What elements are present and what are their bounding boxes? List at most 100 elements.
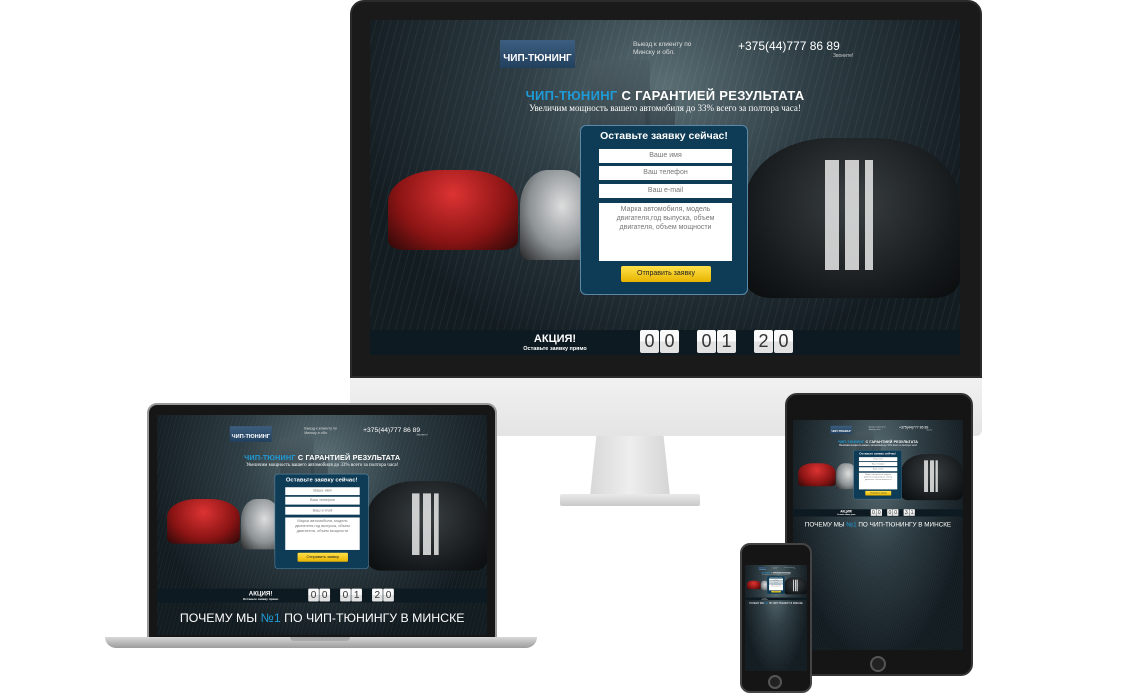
- phone-number[interactable]: +375(44)777 86 89: [363, 426, 420, 434]
- why-rest: ПО ЧИП-ТЮНИНГУ В МИНСКЕ: [856, 520, 952, 528]
- car-stripes: [825, 160, 873, 270]
- timer-digit: 0: [887, 509, 893, 516]
- name-input[interactable]: Ваше имя: [858, 457, 898, 462]
- landing-page: ЧИП-ТЮНИНГ Выезд к клиенту по Минску и о…: [745, 565, 807, 671]
- monitor-screen: ЧИП-ТЮНИНГ Выезд к клиенту по Минску и о…: [370, 20, 960, 355]
- timer-group: 01: [340, 588, 362, 602]
- timer-digit: 2: [372, 588, 383, 602]
- visit-text: Выезд к клиенту по Минску и обл.: [868, 426, 886, 431]
- logo[interactable]: ЧИП-ТЮНИНГ: [758, 567, 767, 571]
- logo[interactable]: ЧИП-ТЮНИНГ: [500, 40, 575, 68]
- timer-group: 20: [754, 330, 793, 353]
- phone-input[interactable]: Ваш телефон: [858, 462, 898, 467]
- call-label[interactable]: Звоните!: [833, 53, 853, 59]
- timer-group: 00: [640, 330, 679, 353]
- call-label[interactable]: Звоните!: [794, 568, 796, 569]
- headline-accent: ЧИП-ТЮНИНГ: [244, 453, 296, 462]
- landing-page: ЧИП-ТЮНИНГ Выезд к клиенту по Минску и о…: [157, 415, 487, 635]
- form-title: Оставьте заявку сейчас!: [859, 451, 897, 456]
- details-textarea[interactable]: Марка автомобиля, модель двигателя,год в…: [599, 203, 732, 261]
- why-rest: ПО ЧИП-ТЮНИНГУ В МИНСКЕ: [768, 601, 803, 605]
- request-form: Оставьте заявку сейчас! Ваше имя Ваш тел…: [767, 576, 785, 594]
- headline: ЧИП-ТЮНИНГ С ГАРАНТИЕЙ РЕЗУЛЬТАТА: [157, 453, 487, 461]
- laptop-notch: [290, 637, 350, 641]
- submit-button[interactable]: Отправить заявку: [621, 266, 711, 282]
- call-label[interactable]: Звоните!: [926, 430, 932, 432]
- email-input[interactable]: Ваш e-mail: [858, 467, 898, 472]
- subtitle: Увеличим мощность вашего автомобиля до 3…: [761, 573, 791, 575]
- phone-input[interactable]: Ваш телефон: [599, 166, 732, 180]
- monitor-stand: [590, 436, 670, 496]
- promo-subtitle: Оставьте заявку прямо: [242, 597, 279, 601]
- timer-digit: 0: [876, 509, 882, 516]
- request-form: Оставьте заявку сейчас! Ваше имя Ваш тел…: [853, 450, 902, 500]
- submit-button[interactable]: Отправить заявку: [771, 590, 781, 593]
- promo-bar: АКЦИЯ! Оставьте заявку прямо 000120: [157, 588, 487, 603]
- timer-group: 01: [697, 330, 736, 353]
- laptop-screen: ЧИП-ТЮНИНГ Выезд к клиенту по Минску и о…: [157, 415, 487, 635]
- countdown-timer: 000120: [308, 588, 394, 602]
- subtitle: Увеличим мощность вашего автомобиля до 3…: [838, 443, 918, 447]
- red-car-image: [746, 580, 761, 590]
- why-accent: №1: [846, 520, 857, 528]
- timer-digit: 0: [319, 588, 331, 602]
- car-stripes: [792, 579, 798, 592]
- visit-text: Выезд к клиенту по Минску и обл.: [633, 41, 692, 56]
- phone-number[interactable]: +375(44)777 86 89: [738, 39, 840, 53]
- submit-button[interactable]: Отправить заявку: [297, 552, 348, 562]
- logo[interactable]: ЧИП-ТЮНИНГ: [830, 425, 853, 434]
- form-title: Оставьте заявку сейчас!: [285, 476, 358, 484]
- timer-digit: 3: [903, 509, 910, 516]
- visit-text: Выезд к клиенту по Минску и обл.: [304, 426, 337, 436]
- timer-group: 00: [308, 588, 331, 602]
- timer-digit: 1: [717, 330, 736, 353]
- details-textarea[interactable]: Марка автомобиля, модель двигателя,год в…: [858, 472, 898, 490]
- timer-digit: 1: [909, 509, 915, 516]
- subtitle: Увеличим мощность вашего автомобиля до 3…: [246, 461, 399, 468]
- timer-digit: 2: [754, 330, 773, 353]
- why-rest: ПО ЧИП-ТЮНИНГУ В МИНСКЕ: [280, 611, 465, 625]
- name-input[interactable]: Ваше имя: [599, 149, 732, 163]
- timer-digit: 0: [660, 330, 679, 353]
- submit-button[interactable]: Отправить заявку: [865, 490, 892, 496]
- call-label[interactable]: Звоните!: [416, 433, 427, 436]
- phone-input[interactable]: Ваш телефон: [285, 496, 360, 505]
- timer-digit: 0: [774, 330, 793, 353]
- timer-digit: 1: [351, 588, 362, 602]
- timer-digit: 0: [340, 588, 351, 602]
- timer-digit: 0: [870, 509, 877, 516]
- why-prefix: ПОЧЕМУ МЫ: [179, 611, 261, 625]
- countdown-timer: 000031: [870, 509, 915, 516]
- headline-accent: ЧИП-ТЮНИНГ: [525, 88, 618, 103]
- email-input[interactable]: Ваш e-mail: [285, 506, 360, 515]
- email-input[interactable]: Ваш e-mail: [599, 184, 732, 198]
- why-prefix: ПОЧЕМУ МЫ: [749, 601, 765, 605]
- promo-subtitle: Оставьте заявку прямо: [837, 513, 856, 516]
- details-textarea[interactable]: Марка автомобиля, модель двигателя,год в…: [285, 517, 360, 550]
- timer-digit: 0: [640, 330, 659, 353]
- tablet-home-button: [870, 656, 886, 672]
- promo-bar: АКЦИЯ! Оставьте заявку прямо 000031: [793, 509, 963, 517]
- timer-digit: 0: [697, 330, 716, 353]
- timer-group: 20: [372, 588, 394, 602]
- logo[interactable]: ЧИП-ТЮНИНГ: [229, 426, 272, 442]
- request-form: Оставьте заявку сейчас! Ваше имя Ваш тел…: [274, 473, 369, 569]
- subtitle: Увеличим мощность вашего автомобиля до 3…: [529, 103, 801, 113]
- phone-home-button: [768, 675, 782, 689]
- timer-group: 31: [903, 509, 915, 516]
- timer-group: 00: [870, 509, 882, 516]
- tablet-screen: ЧИП-ТЮНИНГ Выезд к клиенту по Минску и о…: [793, 420, 963, 650]
- headline-rest: С ГАРАНТИЕЙ РЕЗУЛЬТАТА: [617, 88, 805, 103]
- landing-page: ЧИП-ТЮНИНГ Выезд к клиенту по Минску и о…: [370, 20, 960, 355]
- countdown-timer: 000120: [640, 330, 793, 353]
- phone-screen: ЧИП-ТЮНИНГ Выезд к клиенту по Минску и о…: [745, 565, 807, 671]
- visit-text: Выезд к клиенту по Минску и обл.: [772, 567, 779, 569]
- phone-number[interactable]: +375(44)777 86 89: [899, 425, 928, 429]
- details-textarea[interactable]: Марка автомобиля, модель двигателя,год в…: [769, 584, 784, 591]
- red-car-image: [388, 170, 518, 250]
- timer-digit: 0: [892, 509, 899, 516]
- red-car-image: [798, 463, 836, 487]
- red-car-image: [167, 499, 240, 544]
- name-input[interactable]: Ваше имя: [285, 487, 360, 496]
- why-heading: ПОЧЕМУ МЫ №1 ПО ЧИП-ТЮНИНГУ В МИНСКЕ: [745, 602, 807, 605]
